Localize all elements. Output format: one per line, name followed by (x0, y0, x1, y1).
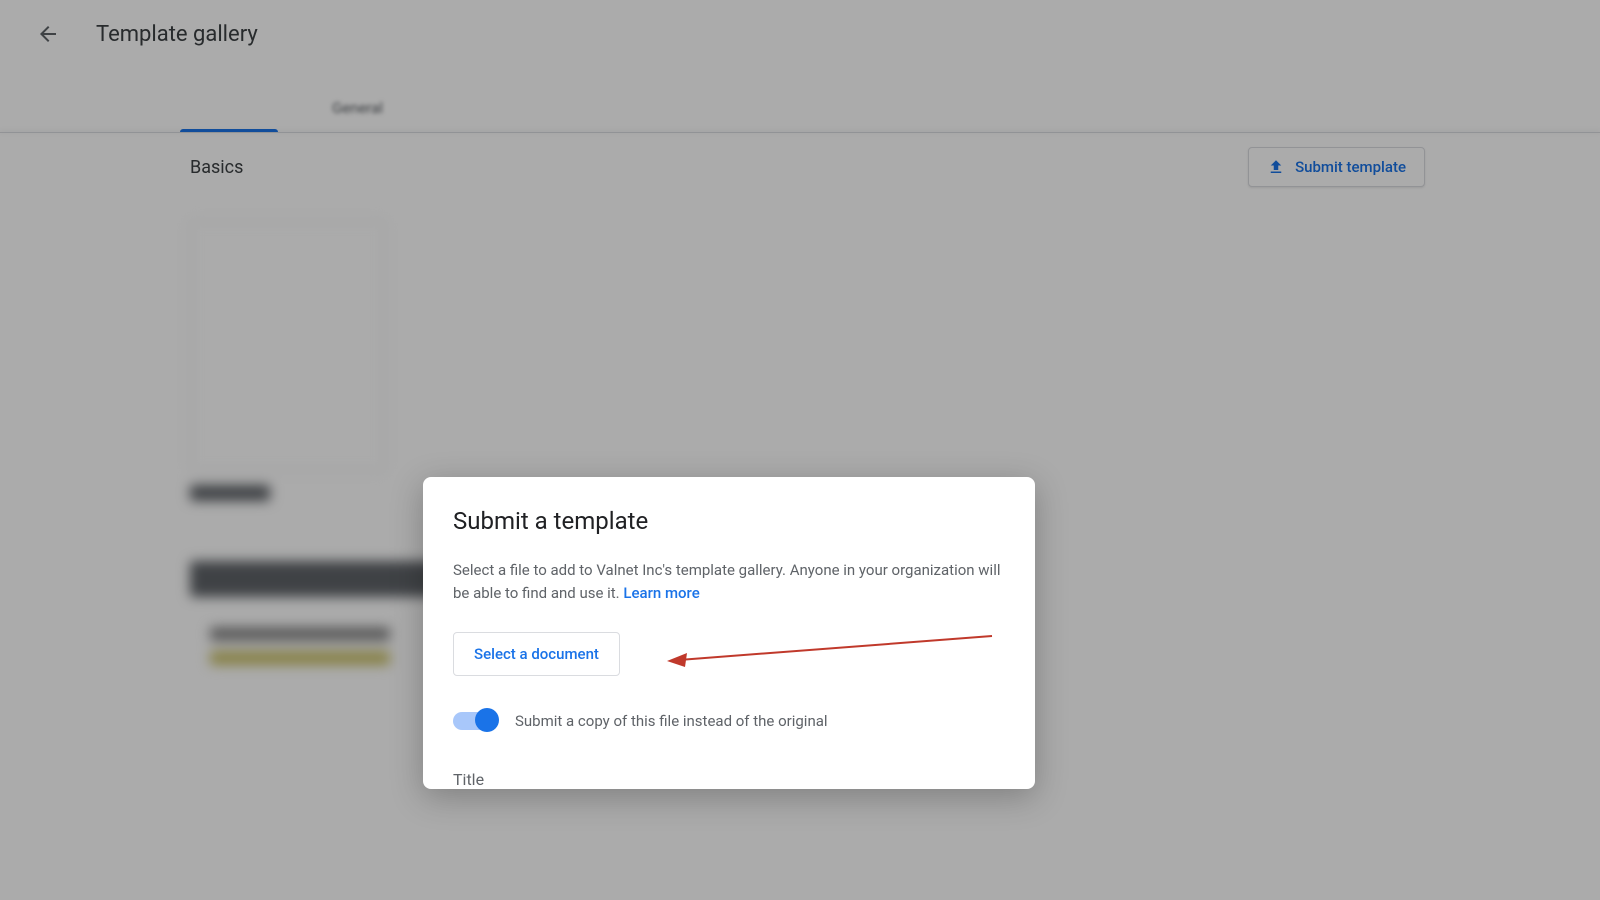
learn-more-link[interactable]: Learn more (623, 584, 699, 602)
dialog-description: Select a file to add to Valnet Inc's tem… (453, 559, 1005, 604)
dialog-title: Submit a template (453, 507, 1005, 535)
copy-toggle-label: Submit a copy of this file instead of th… (515, 712, 828, 730)
select-document-button[interactable]: Select a document (453, 632, 620, 676)
copy-toggle[interactable] (453, 712, 497, 730)
dialog-description-text: Select a file to add to Valnet Inc's tem… (453, 561, 1001, 602)
toggle-knob (475, 708, 499, 732)
submit-template-dialog: Submit a template Select a file to add t… (423, 477, 1035, 789)
copy-toggle-row: Submit a copy of this file instead of th… (453, 712, 1005, 730)
title-field-label: Title (453, 770, 1005, 789)
